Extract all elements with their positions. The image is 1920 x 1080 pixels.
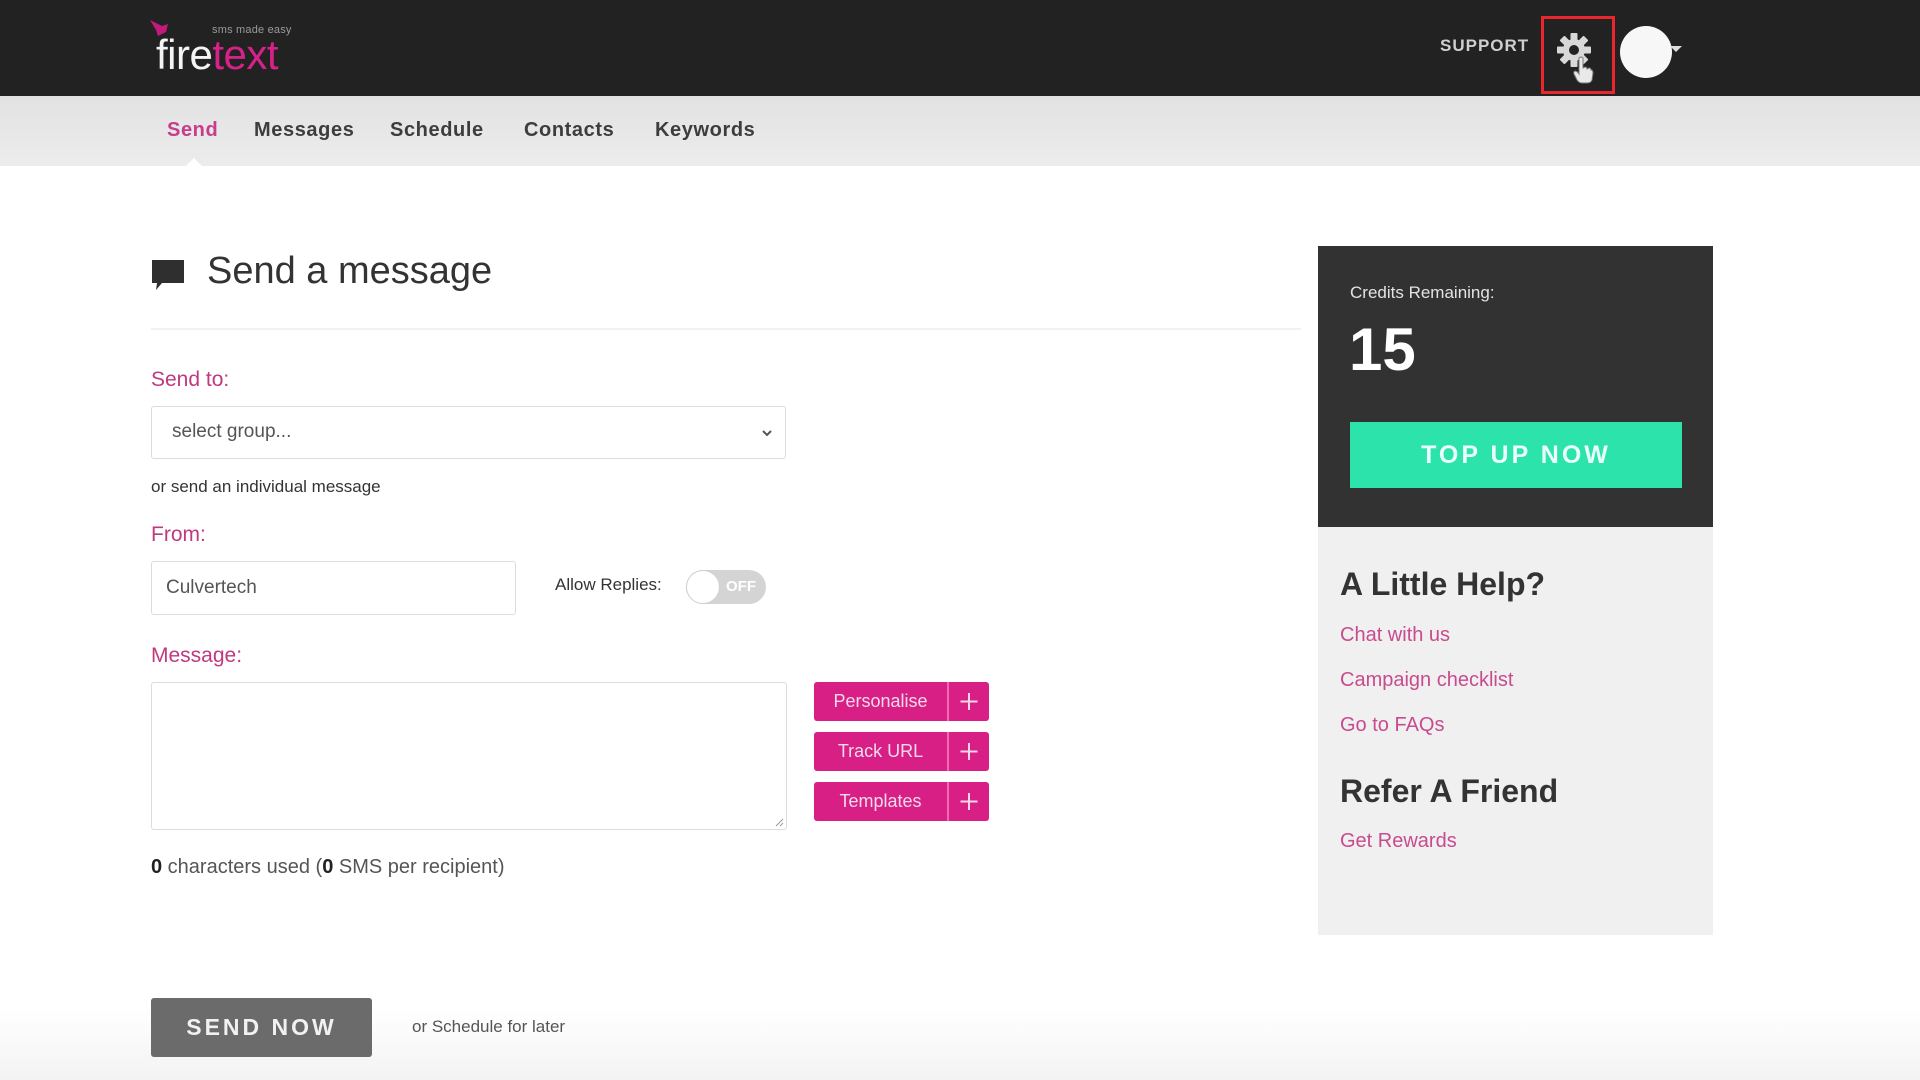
chevron-down-icon [762,430,772,437]
plus-icon[interactable] [949,682,989,721]
get-rewards-link[interactable]: Get Rewards [1340,830,1457,853]
support-link[interactable]: SUPPORT [1440,36,1529,56]
personalise-button[interactable]: Personalise [814,682,989,721]
templates-button[interactable]: Templates [814,782,989,821]
char-count-text: characters used ( [162,856,323,878]
track-url-label: Track URL [837,741,924,761]
character-counter: 0 characters used (0 SMS per recipient) [151,856,505,879]
top-up-label: TOP UP NOW [1421,441,1611,469]
credits-value: 15 [1349,316,1416,383]
chat-with-us-link[interactable]: Chat with us [1340,624,1450,647]
user-avatar[interactable] [1620,26,1672,78]
track-url-button[interactable]: Track URL [814,732,989,771]
send-now-label: SEND NOW [186,1014,337,1040]
logo-word-fire: fire [156,31,213,78]
from-input-value: Culvertech [166,577,257,598]
nav-keywords[interactable]: Keywords [655,119,755,142]
top-up-button[interactable]: TOP UP NOW [1350,422,1682,488]
group-select[interactable]: select group... [151,406,786,459]
page-title: Send a message [207,250,493,292]
faqs-link[interactable]: Go to FAQs [1340,714,1444,737]
resize-grip-icon[interactable] [774,817,784,827]
nav-contacts[interactable]: Contacts [524,119,614,142]
plus-icon[interactable] [949,782,989,821]
toggle-knob [686,570,720,604]
schedule-later-link[interactable]: or Schedule for later [412,1017,565,1037]
group-select-value: select group... [172,421,292,442]
send-now-button[interactable]: SEND NOW [151,998,372,1057]
help-title: A Little Help? [1340,566,1546,602]
credits-label: Credits Remaining: [1350,283,1495,302]
nav-messages[interactable]: Messages [254,119,354,142]
templates-label: Templates [839,791,922,811]
send-to-label: Send to: [151,368,230,391]
campaign-checklist-link[interactable]: Campaign checklist [1340,669,1513,692]
nav-schedule[interactable]: Schedule [390,119,484,142]
refer-title: Refer A Friend [1340,773,1559,809]
chevron-down-icon[interactable] [1670,46,1682,52]
sms-count: 0 [322,856,334,878]
logo-word-text: text [212,31,279,78]
logo-wordmark: firetext [156,31,279,78]
toggle-state: OFF [726,578,756,595]
message-textarea[interactable] [151,682,787,830]
char-count: 0 [151,856,163,878]
nav-send[interactable]: Send [167,119,218,142]
from-label: From: [151,523,206,546]
individual-message-link[interactable]: or send an individual message [151,477,381,497]
sms-count-text: SMS per recipient) [333,856,505,878]
allow-replies-toggle[interactable]: OFF [686,570,766,604]
speech-bubble-icon [152,260,184,290]
message-label: Message: [151,644,243,667]
personalise-label: Personalise [833,691,928,711]
active-nav-pointer [186,158,202,166]
title-divider [151,328,1301,330]
plus-icon[interactable] [949,732,989,771]
from-input[interactable]: Culvertech [151,561,516,615]
firetext-logo[interactable]: sms made easy firetext [148,18,318,80]
allow-replies-label: Allow Replies: [555,575,662,594]
hand-cursor-icon [1573,56,1594,84]
